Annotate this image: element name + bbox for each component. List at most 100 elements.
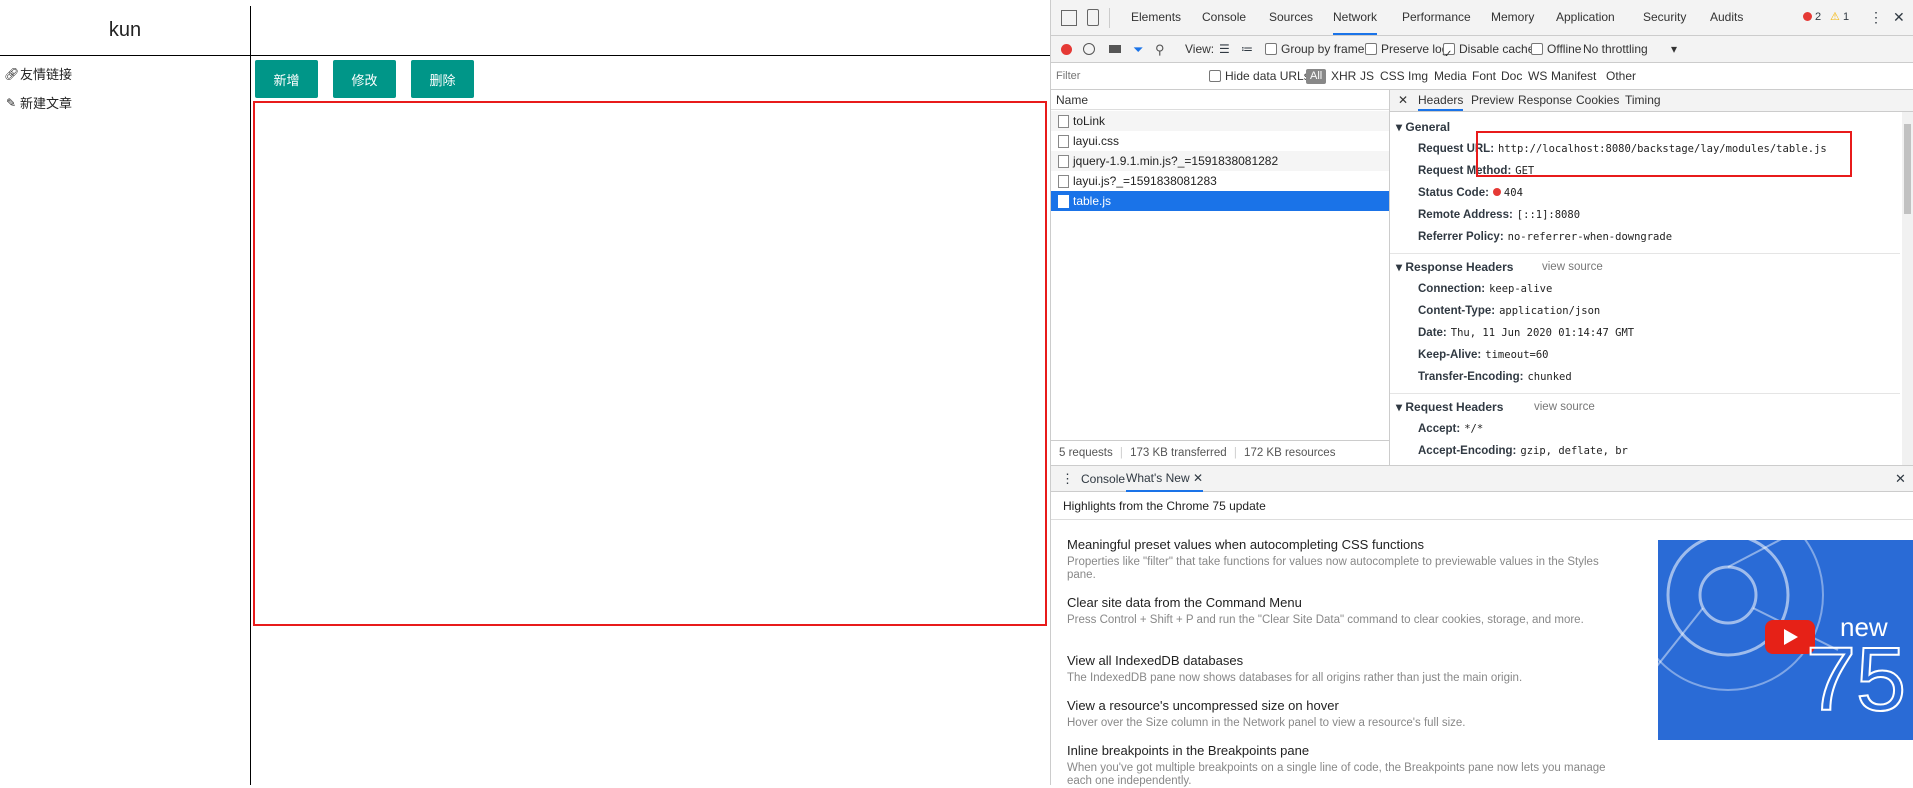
file-icon xyxy=(1058,155,1069,168)
general-section-toggle[interactable]: ▾ General xyxy=(1396,120,1450,134)
error-count[interactable]: 2 xyxy=(1815,0,1821,35)
tab-headers[interactable]: Headers xyxy=(1418,90,1464,111)
tab-cookies[interactable]: Cookies xyxy=(1576,90,1619,111)
search-icon[interactable]: ⚲ xyxy=(1155,36,1165,63)
clear-icon[interactable] xyxy=(1083,43,1095,55)
chrome-75-video-thumbnail[interactable]: new 75 xyxy=(1658,540,1913,740)
tab-preview[interactable]: Preview xyxy=(1471,90,1514,111)
filter-type-font[interactable]: Font xyxy=(1472,63,1496,90)
group-by-frame-checkbox[interactable]: Group by frame xyxy=(1265,36,1364,63)
filter-type-js[interactable]: JS xyxy=(1360,63,1374,90)
request-row-selected[interactable]: table.js xyxy=(1051,191,1389,211)
request-row[interactable]: layui.css xyxy=(1051,131,1389,151)
capture-screenshots-icon[interactable] xyxy=(1109,45,1121,53)
details-scrollbar[interactable] xyxy=(1902,112,1913,465)
network-toolbar: ⏷ ⚲ View: ☰ ≔ Group by frame Preserve lo… xyxy=(1051,36,1913,68)
inspect-element-icon[interactable] xyxy=(1061,10,1077,26)
tab-security[interactable]: Security xyxy=(1643,0,1686,35)
filter-type-media[interactable]: Media xyxy=(1434,63,1467,90)
drawer-tab-console[interactable]: Console xyxy=(1081,466,1125,492)
filter-type-doc[interactable]: Doc xyxy=(1501,63,1522,90)
view-source-link[interactable]: view source xyxy=(1534,401,1595,413)
sidebar-item-label: 新建文章 xyxy=(20,97,73,112)
header-row: Content-Type: application/json xyxy=(1418,305,1600,317)
filter-type-ws[interactable]: WS xyxy=(1528,63,1547,90)
header-value: [::1]:8080 xyxy=(1516,209,1581,221)
close-details-icon[interactable]: ✕ xyxy=(1398,90,1408,111)
header-key: Referrer Policy: xyxy=(1418,231,1504,243)
tab-performance[interactable]: Performance xyxy=(1402,0,1471,35)
web-page: kun 🔗︎ 友情链接 ✎ 新建文章 新增 修改 删除 xyxy=(0,0,1050,785)
filter-input[interactable] xyxy=(1054,67,1188,85)
add-button[interactable]: 新增 xyxy=(255,60,318,98)
large-rows-icon[interactable]: ☰ xyxy=(1219,36,1230,63)
network-summary: 5 requests | 173 KB transferred | 172 KB… xyxy=(1051,440,1389,464)
filter-type-all[interactable]: All xyxy=(1306,69,1327,84)
checkbox-label: Offline xyxy=(1547,42,1582,56)
disable-cache-checkbox[interactable]: Disable cache xyxy=(1443,36,1534,68)
offline-checkbox[interactable]: Offline xyxy=(1531,36,1581,63)
request-row[interactable]: jquery-1.9.1.min.js?_=1591838081282 xyxy=(1051,151,1389,171)
hide-data-urls-checkbox[interactable]: Hide data URLs xyxy=(1209,63,1310,90)
tab-sources[interactable]: Sources xyxy=(1269,0,1313,35)
header-value: application/json xyxy=(1499,305,1601,317)
filter-type-other[interactable]: Other xyxy=(1606,63,1636,90)
throttling-select[interactable]: No throttling ▾ xyxy=(1583,36,1677,63)
view-source-link[interactable]: view source xyxy=(1542,261,1603,273)
file-icon xyxy=(1058,135,1069,148)
sidebar-item-friend-links[interactable]: 🔗︎ 友情链接 xyxy=(4,64,72,84)
checkbox-label: Preserve log xyxy=(1381,42,1449,56)
edit-button[interactable]: 修改 xyxy=(333,60,396,98)
tab-timing[interactable]: Timing xyxy=(1625,90,1661,111)
filter-type-xhr[interactable]: XHR xyxy=(1331,63,1356,90)
header-row: Keep-Alive: timeout=60 xyxy=(1418,349,1549,361)
warning-icon: ⚠ xyxy=(1830,11,1840,23)
scrollbar-thumb[interactable] xyxy=(1904,124,1911,214)
filter-type-manifest[interactable]: Manifest xyxy=(1551,63,1596,90)
response-headers-toggle[interactable]: ▾ Response Headers xyxy=(1396,260,1513,274)
delete-button[interactable]: 删除 xyxy=(411,60,474,98)
tab-application[interactable]: Application xyxy=(1556,0,1615,35)
sidebar-item-new-article[interactable]: ✎ 新建文章 xyxy=(4,93,73,113)
file-icon xyxy=(1058,115,1069,128)
throttling-value: No throttling xyxy=(1583,42,1648,56)
site-logo[interactable]: kun xyxy=(0,6,251,56)
record-icon[interactable] xyxy=(1061,44,1072,55)
more-menu-icon[interactable]: ⋮ xyxy=(1869,0,1883,35)
warning-count[interactable]: 1 xyxy=(1843,0,1849,35)
close-tab-icon[interactable]: ✕ xyxy=(1193,471,1203,485)
tab-audits[interactable]: Audits xyxy=(1710,0,1743,35)
tab-network[interactable]: Network xyxy=(1333,0,1378,35)
close-drawer-icon[interactable]: ✕ xyxy=(1895,466,1906,492)
filter-type-css[interactable]: CSS xyxy=(1380,63,1405,90)
checkbox-icon xyxy=(1531,42,1543,55)
name-column-header[interactable]: Name xyxy=(1051,90,1389,110)
request-headers-toggle[interactable]: ▾ Request Headers xyxy=(1396,400,1503,414)
device-toolbar-icon[interactable] xyxy=(1087,9,1099,26)
whats-new-item-title[interactable]: View a resource's uncompressed size on h… xyxy=(1067,698,1339,713)
whats-new-item-title[interactable]: Clear site data from the Command Menu xyxy=(1067,595,1302,610)
filter-icon[interactable]: ⏷ xyxy=(1133,36,1143,63)
whats-new-item-title[interactable]: View all IndexedDB databases xyxy=(1067,653,1243,668)
request-row[interactable]: toLink xyxy=(1051,111,1389,131)
whats-new-item-title[interactable]: Inline breakpoints in the Breakpoints pa… xyxy=(1067,743,1309,758)
request-row[interactable]: layui.js?_=1591838081283 xyxy=(1051,171,1389,191)
preserve-log-checkbox[interactable]: Preserve log xyxy=(1365,36,1448,63)
close-devtools-icon[interactable]: ✕ xyxy=(1893,0,1905,35)
tab-memory[interactable]: Memory xyxy=(1491,0,1534,35)
tab-elements[interactable]: Elements xyxy=(1131,0,1181,35)
header-row: Remote Address: [::1]:8080 xyxy=(1418,209,1580,221)
table-container-highlight xyxy=(253,101,1047,626)
whats-new-item-title[interactable]: Meaningful preset values when autocomple… xyxy=(1067,537,1424,552)
drawer-tab-whats-new[interactable]: What's New ✕ xyxy=(1126,466,1204,492)
status-error-dot-icon xyxy=(1492,188,1501,196)
waterfall-icon[interactable]: ≔ xyxy=(1241,36,1253,63)
drawer-menu-icon[interactable]: ⋮ xyxy=(1061,466,1074,492)
tab-response[interactable]: Response xyxy=(1518,90,1572,111)
header-value: 404 xyxy=(1503,187,1523,199)
filter-type-img[interactable]: Img xyxy=(1408,63,1428,90)
tab-label: What's New xyxy=(1126,471,1190,485)
request-list: Name toLink layui.css jquery-1.9.1.min.j… xyxy=(1051,90,1390,465)
header-value: no-referrer-when-downgrade xyxy=(1507,231,1673,243)
tab-console[interactable]: Console xyxy=(1202,0,1246,35)
